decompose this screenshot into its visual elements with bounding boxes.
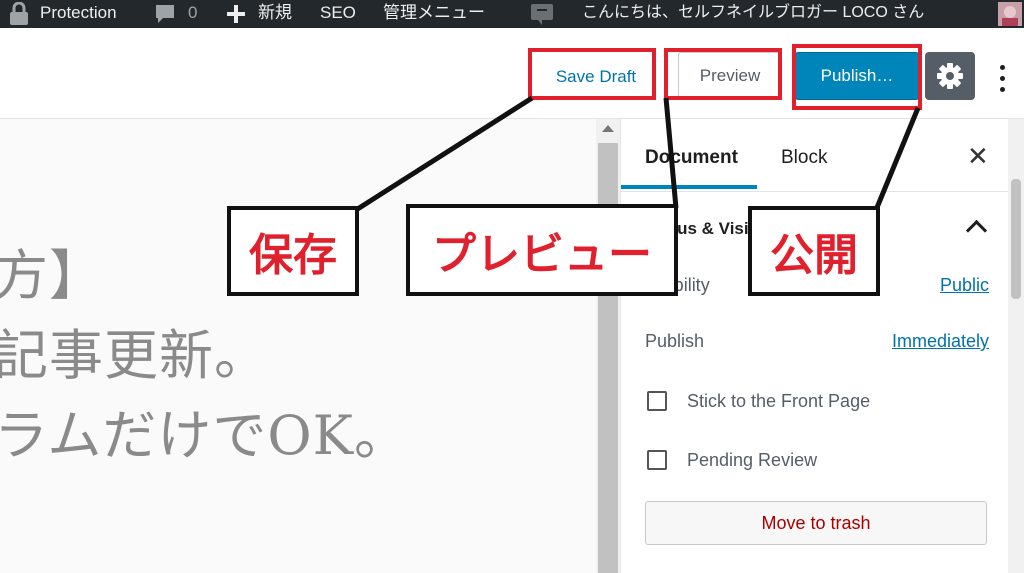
save-callout: 保存: [227, 206, 359, 296]
publish-callout: 公開: [748, 206, 880, 296]
preview-callout: プレビュー: [406, 204, 678, 296]
